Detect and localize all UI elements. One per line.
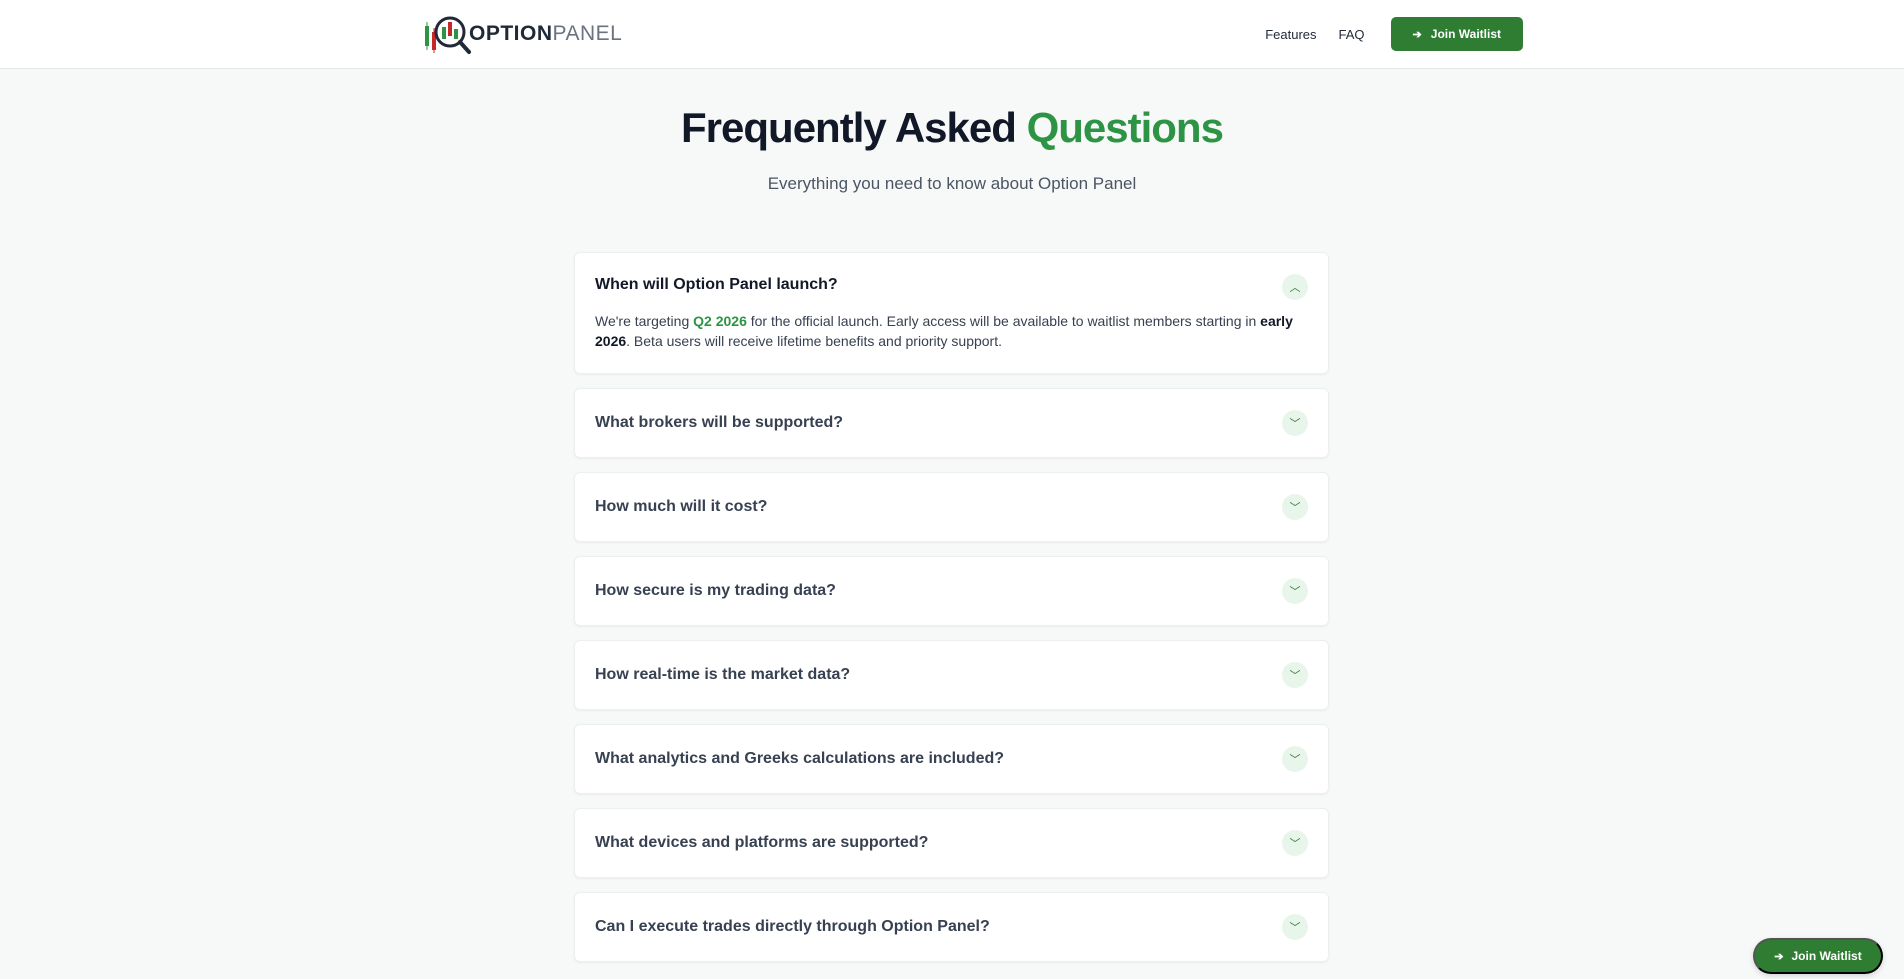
faq-list: When will Option Panel launch? ︿ We're t… — [574, 252, 1329, 976]
main-nav: Features FAQ ➔ Join Waitlist — [1265, 17, 1523, 51]
chevron-down-icon[interactable]: ﹀ — [1282, 578, 1308, 604]
logo-wordmark: OPTIONPANEL — [469, 22, 623, 45]
faq-question[interactable]: What devices and platforms are supported… — [575, 809, 1328, 877]
faq-item: How secure is my trading data? ﹀ — [574, 556, 1329, 626]
chevron-down-icon[interactable]: ﹀ — [1282, 662, 1308, 688]
faq-item: When will Option Panel launch? ︿ We're t… — [574, 252, 1329, 374]
faq-question[interactable]: Can I execute trades directly through Op… — [575, 893, 1328, 961]
page-title: Frequently Asked Questions — [681, 104, 1224, 151]
chevron-down-icon[interactable]: ﹀ — [1282, 914, 1308, 940]
chevron-down-icon[interactable]: ﹀ — [1282, 830, 1308, 856]
faq-question[interactable]: What analytics and Greeks calculations a… — [575, 725, 1328, 793]
faq-question[interactable]: How much will it cost? — [575, 473, 1328, 541]
magnifier-candlestick-logo-icon — [425, 16, 471, 54]
faq-answer: We're targeting Q2 2026 for the official… — [595, 313, 1293, 349]
faq-question[interactable]: How real-time is the market data? — [575, 641, 1328, 709]
faq-question[interactable]: How secure is my trading data? — [575, 557, 1328, 625]
arrow-right-icon: ➔ — [1774, 950, 1784, 963]
chevron-down-icon[interactable]: ﹀ — [1282, 494, 1308, 520]
floating-join-waitlist-button[interactable]: ➔ Join Waitlist — [1753, 938, 1883, 974]
join-waitlist-button[interactable]: ➔ Join Waitlist — [1390, 17, 1523, 51]
arrow-right-icon: ➔ — [1412, 28, 1422, 41]
page-subtitle: Everything you need to know about Option… — [767, 174, 1137, 193]
nav-link-features[interactable]: Features — [1265, 27, 1316, 42]
logo[interactable]: OPTIONPANEL — [423, 12, 622, 56]
faq-item: What analytics and Greeks calculations a… — [574, 724, 1329, 794]
chevron-down-icon[interactable]: ﹀ — [1282, 410, 1308, 436]
faq-question[interactable]: What brokers will be supported? — [575, 389, 1328, 457]
nav-link-faq[interactable]: FAQ — [1339, 27, 1365, 42]
chevron-up-icon[interactable]: ︿ — [1282, 274, 1308, 300]
faq-item: How real-time is the market data? ﹀ — [574, 640, 1329, 710]
page-title-accent: Questions — [1026, 104, 1224, 151]
faq-item: How much will it cost? ﹀ — [574, 472, 1329, 542]
join-waitlist-label: Join Waitlist — [1430, 27, 1501, 41]
chevron-down-icon[interactable]: ﹀ — [1282, 746, 1308, 772]
floating-join-waitlist-label: Join Waitlist — [1791, 949, 1862, 963]
faq-item: What devices and platforms are supported… — [574, 808, 1329, 878]
faq-item: Can I execute trades directly through Op… — [574, 892, 1329, 962]
faq-question[interactable]: When will Option Panel launch? — [575, 253, 1328, 317]
top-navigation-bar: OPTIONPANEL Features FAQ ➔ Join Waitlist — [0, 0, 1904, 69]
faq-item: What brokers will be supported? ﹀ — [574, 388, 1329, 458]
